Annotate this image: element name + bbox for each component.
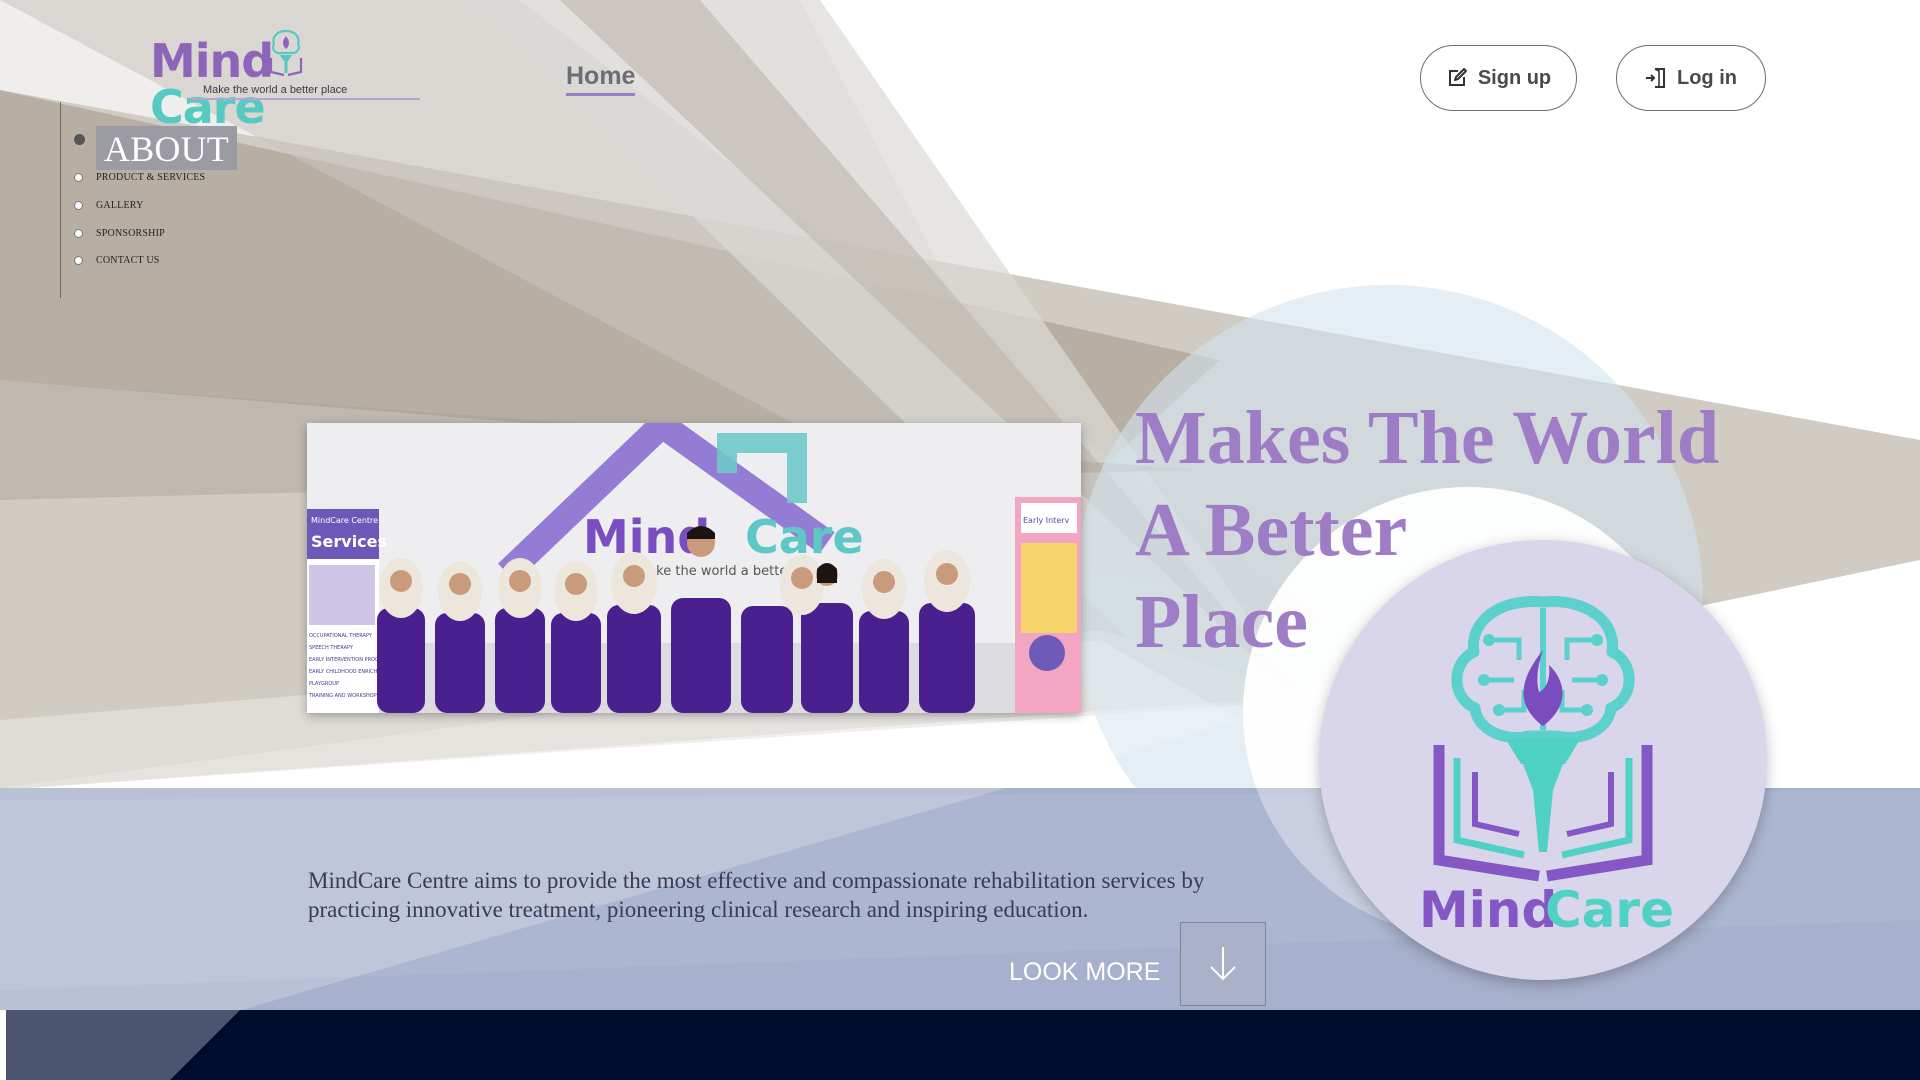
side-nav-label: CONTACT US [96,255,160,266]
signup-button[interactable]: Sign up [1420,45,1577,111]
banner-left-title: Services [311,532,387,551]
banner-right-title: Early Interv [1023,516,1070,525]
side-nav-dot [74,173,83,182]
banner-left-item: SPEECH THERAPY [309,645,354,651]
banner-left-item: PLAYGROUP [309,681,339,687]
brand-logo-badge: Mind Care [1319,540,1767,980]
nav-home-link[interactable]: Home [566,62,636,96]
side-nav-item-products-services[interactable]: PRODUCT & SERVICES [74,172,205,183]
badge-word-care: Care [1545,881,1674,939]
logo-underline [190,98,420,100]
banner-left-item: TRAINING AND WORKSHOP [308,693,377,699]
hero-title-line-1: Makes The World [1135,396,1720,480]
team-photo-illustration: Mind Care Make the world a better place … [307,423,1081,713]
side-nav-dot [74,133,85,145]
look-more-link[interactable]: LOOK MORE [1009,958,1160,987]
side-nav-item-gallery[interactable]: GALLERY [74,200,144,211]
side-nav-dot [74,229,83,238]
login-button[interactable]: Log in [1616,45,1766,111]
hero-team-photo: Mind Care Make the world a better place … [307,423,1081,713]
login-icon [1646,68,1665,88]
side-nav-label: ABOUT [96,126,237,170]
arrow-down-icon [1210,947,1236,981]
banner-left-item: OCCUPATIONAL THERAPY [309,633,373,639]
side-nav-label: PRODUCT & SERVICES [96,172,206,183]
login-label: Log in [1677,66,1737,89]
side-nav-item-about[interactable]: ABOUT [74,126,237,170]
side-nav-item-contact-us[interactable]: CONTACT US [74,255,160,266]
brain-torch-icon [269,29,303,77]
scroll-down-button[interactable] [1180,922,1266,1006]
banner-left-small: MindCare Centre [311,516,378,525]
hero-description: MindCare Centre aims to provide the most… [308,868,1205,922]
side-nav-dot [74,201,83,210]
side-nav-label: SPONSORSHIP [96,228,165,239]
badge-word-mind: Mind [1419,881,1557,939]
signup-label: Sign up [1477,66,1552,89]
edit-icon [1448,68,1467,86]
side-nav-dot [74,256,83,265]
brain-torch-book-icon: Mind Care [1419,596,1674,939]
footer-band [0,1010,1920,1080]
side-nav-rail [60,102,61,298]
side-nav-item-sponsorship[interactable]: SPONSORSHIP [74,228,165,239]
site-logo[interactable]: MindCare Make the world a better place [150,26,420,130]
logo-tagline: Make the world a better place [203,84,348,96]
side-nav-label: GALLERY [96,200,144,211]
